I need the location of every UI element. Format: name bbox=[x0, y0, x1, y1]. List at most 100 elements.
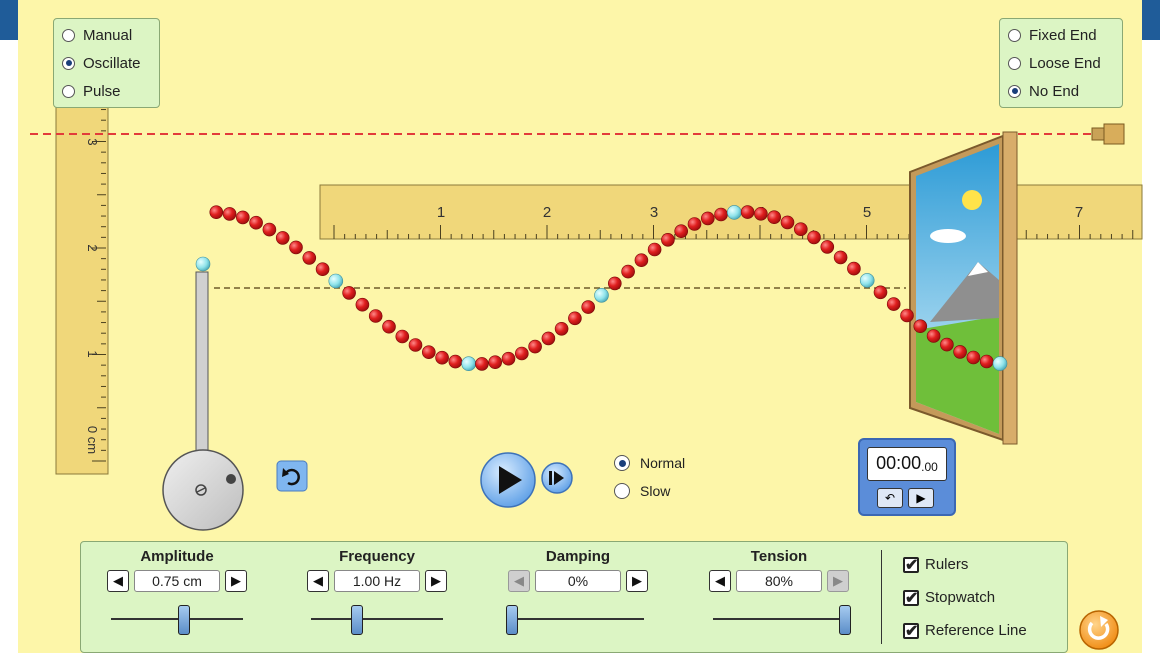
tension-slider[interactable] bbox=[699, 594, 859, 635]
speed-slow-radio[interactable] bbox=[614, 483, 630, 499]
bead-reference bbox=[726, 205, 742, 220]
end-option-loose[interactable]: Loose End bbox=[1000, 49, 1122, 77]
amplitude-value[interactable]: 0.75 cm bbox=[134, 570, 220, 592]
stopwatch[interactable]: 00:00.00 ↶ ▶ bbox=[858, 438, 956, 516]
reference-line-label: Reference Line bbox=[925, 622, 1027, 639]
stopwatch-display: 00:00.00 bbox=[867, 447, 947, 481]
bead bbox=[634, 253, 649, 268]
stopwatch-play-button[interactable]: ▶ bbox=[908, 488, 934, 508]
tension-title: Tension bbox=[750, 548, 808, 565]
bead bbox=[900, 308, 914, 323]
damping-value[interactable]: 0% bbox=[535, 570, 621, 592]
bead bbox=[514, 346, 529, 361]
speed-option-slow[interactable]: Slow bbox=[614, 483, 670, 499]
rulers-checkbox[interactable]: ✔ bbox=[903, 556, 919, 573]
bead bbox=[395, 329, 410, 344]
play-button[interactable] bbox=[480, 452, 536, 508]
frequency-slider-thumb[interactable] bbox=[351, 605, 364, 635]
bead bbox=[528, 339, 542, 354]
bead bbox=[262, 222, 277, 237]
stopwatch-play-icon: ▶ bbox=[916, 491, 926, 505]
mode-oscillate-label: Oscillate bbox=[83, 54, 141, 72]
frequency-increase-button[interactable]: ▶ bbox=[425, 570, 447, 592]
tension-decrease-button[interactable]: ◀ bbox=[709, 570, 731, 592]
damping-title: Damping bbox=[545, 548, 611, 565]
bead bbox=[661, 233, 675, 247]
mode-oscillate-radio[interactable] bbox=[62, 56, 75, 70]
oscillator-rod bbox=[195, 271, 209, 457]
restart-button[interactable] bbox=[276, 460, 308, 492]
bead bbox=[979, 354, 994, 369]
step-button[interactable] bbox=[541, 462, 573, 494]
mode-manual-label: Manual bbox=[83, 26, 133, 44]
bead bbox=[315, 262, 330, 277]
bead-reference bbox=[195, 256, 211, 272]
amplitude-slider-thumb[interactable] bbox=[177, 605, 190, 635]
bead bbox=[833, 250, 848, 265]
end-option-none[interactable]: No End bbox=[1000, 77, 1122, 105]
reference-line-checkbox-row[interactable]: ✔ Reference Line bbox=[903, 614, 1027, 647]
arrow-right-icon: ▶ bbox=[431, 573, 441, 588]
bead bbox=[382, 319, 396, 334]
mode-manual-radio[interactable] bbox=[62, 28, 75, 42]
mode-option-manual[interactable]: Manual bbox=[54, 21, 159, 49]
end-fixed-radio[interactable] bbox=[1008, 28, 1021, 42]
damping-increase-button[interactable]: ▶ bbox=[626, 570, 648, 592]
damping-slider-thumb[interactable] bbox=[506, 605, 518, 635]
hruler-label-3: 3 bbox=[650, 204, 658, 221]
frequency-value[interactable]: 1.00 Hz bbox=[334, 570, 420, 592]
bead bbox=[847, 261, 861, 276]
bead bbox=[754, 207, 768, 221]
amplitude-increase-button[interactable]: ▶ bbox=[225, 570, 247, 592]
bead bbox=[674, 224, 689, 238]
damping-decrease-button[interactable]: ◀ bbox=[508, 570, 530, 592]
stopwatch-reset-button[interactable]: ↶ bbox=[877, 488, 903, 508]
end-none-label: No End bbox=[1029, 82, 1080, 100]
amplitude-decrease-button[interactable]: ◀ bbox=[107, 570, 129, 592]
amplitude-slider[interactable] bbox=[97, 594, 257, 635]
bead bbox=[275, 231, 290, 245]
speed-normal-radio[interactable] bbox=[614, 455, 630, 471]
panel-divider bbox=[881, 550, 882, 644]
bead bbox=[541, 331, 556, 346]
rulers-checkbox-row[interactable]: ✔ Rulers bbox=[903, 548, 1027, 581]
tension-slider-track[interactable] bbox=[713, 618, 845, 620]
bead-reference bbox=[992, 356, 1008, 371]
speed-normal-label: Normal bbox=[640, 455, 686, 471]
bead bbox=[568, 311, 582, 326]
end-option-fixed[interactable]: Fixed End bbox=[1000, 21, 1122, 49]
reset-all-button[interactable] bbox=[1079, 610, 1119, 650]
end-loose-radio[interactable] bbox=[1008, 56, 1021, 70]
vertical-ruler[interactable]: 3 2 1 0 cm bbox=[55, 91, 109, 475]
tension-slider-thumb[interactable] bbox=[839, 605, 851, 635]
reference-line-checkbox[interactable]: ✔ bbox=[903, 622, 919, 639]
tension-increase-button[interactable]: ▶ bbox=[827, 570, 849, 592]
stopwatch-checkbox[interactable]: ✔ bbox=[903, 589, 919, 606]
vruler-label-1: 1 bbox=[85, 350, 100, 357]
bead-reference bbox=[859, 273, 875, 288]
mode-option-oscillate[interactable]: Oscillate bbox=[54, 49, 159, 77]
bead bbox=[249, 215, 263, 230]
mode-pulse-radio[interactable] bbox=[62, 84, 75, 98]
mode-option-pulse[interactable]: Pulse bbox=[54, 77, 159, 105]
bead bbox=[581, 300, 596, 314]
control-panel: Amplitude ◀ 0.75 cm ▶ Frequency ◀ 1.00 H… bbox=[80, 541, 1068, 653]
bead bbox=[289, 240, 303, 255]
frequency-slider-track[interactable] bbox=[311, 618, 443, 620]
end-none-radio[interactable] bbox=[1008, 84, 1021, 98]
frequency-slider[interactable] bbox=[297, 594, 457, 635]
rulers-label: Rulers bbox=[925, 556, 969, 573]
frequency-decrease-button[interactable]: ◀ bbox=[307, 570, 329, 592]
speed-option-normal[interactable]: Normal bbox=[614, 455, 685, 471]
oscillator-wheel[interactable] bbox=[162, 449, 244, 531]
damping-slider[interactable] bbox=[498, 594, 658, 635]
stopwatch-checkbox-row[interactable]: ✔ Stopwatch bbox=[903, 581, 1027, 614]
bead bbox=[488, 355, 503, 370]
mode-pulse-label: Pulse bbox=[83, 82, 121, 100]
bead bbox=[793, 222, 808, 236]
damping-slider-track[interactable] bbox=[512, 618, 644, 620]
bead bbox=[222, 207, 237, 221]
vruler-label-3: 3 bbox=[85, 138, 100, 145]
arrow-left-icon: ◀ bbox=[113, 573, 123, 588]
tension-value[interactable]: 80% bbox=[736, 570, 822, 592]
